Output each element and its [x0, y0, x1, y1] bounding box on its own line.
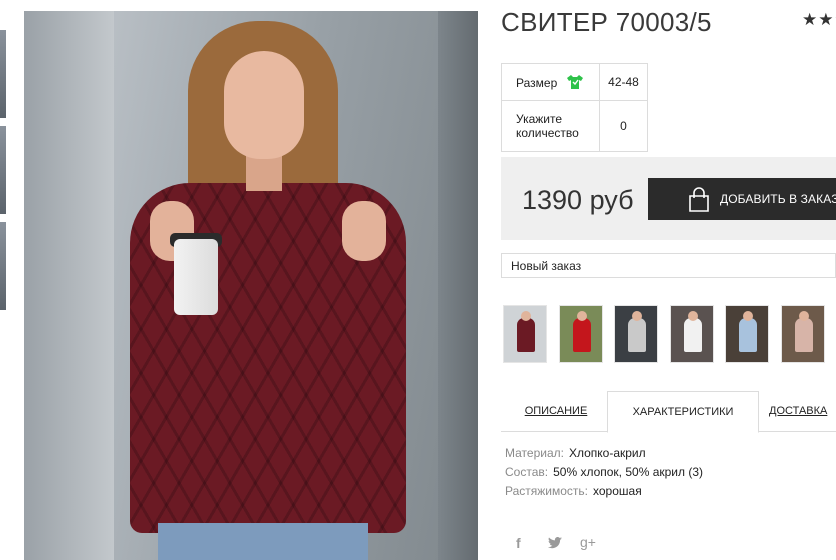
gallery-thumb-3[interactable]	[614, 305, 658, 363]
tab-description[interactable]: ОПИСАНИЕ	[501, 391, 611, 432]
shopping-bag-icon	[689, 187, 709, 212]
add-to-cart-button[interactable]: ДОБАВИТЬ В ЗАКАЗ	[648, 178, 836, 220]
quantity-label: Укажите количество	[501, 100, 600, 152]
spec-composition: Состав: 50% хлопок, 50% акрил (3)	[505, 465, 703, 479]
specs-list: Материал: Хлопко-акрил Состав: 50% хлопок,…	[505, 446, 703, 503]
spec-stretch: Растяжимость: хорошая	[505, 484, 642, 498]
facebook-icon[interactable]: f	[516, 535, 521, 551]
gallery-thumb-5[interactable]	[725, 305, 769, 363]
price-box: 1390 руб ДОБАВИТЬ В ЗАКАЗ	[501, 157, 836, 240]
side-thumb-1[interactable]	[0, 30, 6, 118]
rating-stars[interactable]: ★★★	[802, 10, 836, 30]
size-label-cell: Размер	[501, 63, 600, 101]
googleplus-icon[interactable]: g+	[580, 534, 596, 550]
product-title: СВИТЕР 70003/5	[501, 7, 712, 37]
side-thumb-3[interactable]	[0, 222, 6, 310]
size-chart-icon[interactable]	[566, 74, 583, 89]
spec-material: Материал: Хлопко-акрил	[505, 446, 646, 460]
gallery-thumb-2[interactable]	[559, 305, 603, 363]
gallery-thumb-6[interactable]	[781, 305, 825, 363]
add-to-cart-label: ДОБАВИТЬ В ЗАКАЗ	[720, 192, 836, 206]
gallery-thumb-1[interactable]	[503, 305, 547, 363]
tab-characteristics[interactable]: ХАРАКТЕРИСТИКИ	[607, 391, 759, 433]
twitter-icon[interactable]	[548, 537, 562, 549]
order-select[interactable]: Новый заказ	[501, 253, 836, 278]
quantity-field[interactable]: 0	[599, 100, 648, 152]
product-tabs: ОПИСАНИЕ ХАРАКТЕРИСТИКИ ДОСТАВКА	[501, 391, 836, 433]
size-label: Размер	[516, 75, 558, 90]
gallery-thumb-4[interactable]	[670, 305, 714, 363]
size-value[interactable]: 42-48	[599, 63, 648, 101]
price: 1390 руб	[522, 185, 634, 215]
side-thumb-2[interactable]	[0, 126, 6, 214]
tab-delivery[interactable]: ДОСТАВКА	[769, 391, 836, 432]
product-params-table: Размер 42-48 Укажите количество 0	[501, 63, 648, 152]
main-product-photo[interactable]	[24, 11, 478, 560]
